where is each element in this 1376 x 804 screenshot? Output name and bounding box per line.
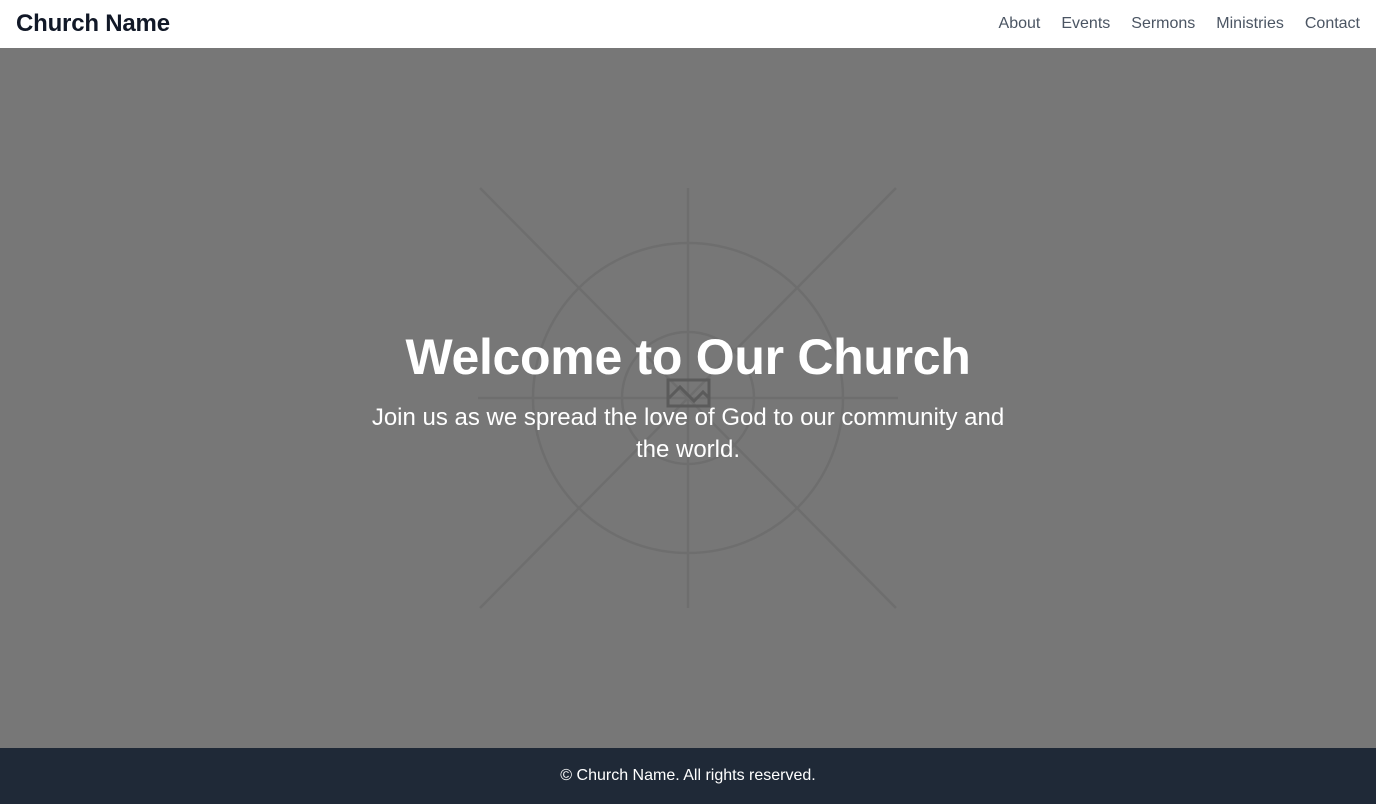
site-footer: © Church Name. All rights reserved. [0, 748, 1376, 804]
site-header: Church Name About Events Sermons Ministr… [0, 0, 1376, 48]
nav-link-sermons[interactable]: Sermons [1131, 15, 1195, 33]
main-nav: About Events Sermons Ministries Contact [999, 15, 1360, 33]
nav-link-contact[interactable]: Contact [1305, 15, 1360, 33]
nav-link-ministries[interactable]: Ministries [1216, 15, 1284, 33]
nav-link-about[interactable]: About [999, 15, 1041, 33]
hero-section: Welcome to Our Church Join us as we spre… [0, 48, 1376, 748]
page: Church Name About Events Sermons Ministr… [0, 0, 1376, 804]
hero-content: Welcome to Our Church Join us as we spre… [0, 326, 1376, 466]
copyright-text: © Church Name. All rights reserved. [560, 767, 816, 784]
hero-subtitle: Join us as we spread the love of God to … [371, 404, 1005, 463]
hero-title: Welcome to Our Church [405, 329, 971, 385]
nav-link-events[interactable]: Events [1061, 15, 1110, 33]
site-logo-link[interactable]: Church Name [16, 10, 170, 38]
